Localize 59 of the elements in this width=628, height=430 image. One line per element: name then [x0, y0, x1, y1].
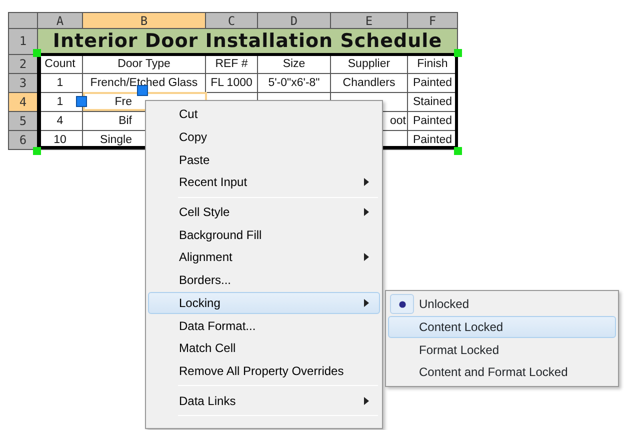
table-cell: 1 — [56, 96, 64, 108]
table-title: Interior Door Installation Schedule — [38, 28, 458, 54]
grip-handle[interactable] — [76, 96, 87, 107]
table-cell: French/Etched Glass — [90, 76, 198, 88]
menu-item[interactable]: Locking — [148, 292, 380, 314]
menu-item[interactable]: Background Fill — [148, 223, 380, 246]
table-cell: Painted — [412, 134, 452, 146]
table-cell: 5'-0"x6'-8" — [268, 76, 320, 88]
table-cell: Finish — [417, 58, 448, 70]
menu-item[interactable]: Content and Format Locked — [388, 361, 616, 384]
menu-item[interactable]: Data Links — [148, 389, 380, 412]
menu-item[interactable]: Alignment — [148, 246, 380, 269]
grip-handle[interactable] — [454, 147, 462, 155]
column-header[interactable]: E — [330, 12, 408, 28]
menu-item[interactable]: Format Locked — [388, 338, 616, 362]
grip-handle[interactable] — [33, 49, 41, 57]
table-cell: Supplier — [348, 58, 390, 70]
table-cell: Chandlers — [342, 76, 396, 88]
menu-item[interactable]: Content Locked — [388, 316, 616, 338]
menu-item[interactable]: Recent Input — [148, 171, 380, 194]
menu-item[interactable]: Cell Style — [148, 200, 380, 224]
table-cell: Door Type — [118, 58, 170, 70]
menu-item[interactable]: Paste — [148, 148, 380, 172]
table-cell: Count — [44, 58, 76, 70]
row-header[interactable]: 1 — [8, 28, 38, 54]
table-cell: 4 — [56, 114, 64, 126]
table-cell: FL 1000 — [210, 76, 252, 88]
corner-header[interactable] — [8, 12, 38, 28]
row-header[interactable]: 6 — [8, 130, 38, 150]
row-header[interactable]: 4 — [8, 92, 38, 112]
menu-item[interactable]: Data Format... — [148, 314, 380, 337]
table-cell: Fre — [114, 96, 132, 108]
table-cell: Painted — [412, 76, 452, 88]
table-cell: Single — [100, 134, 132, 146]
table-cell: Size — [282, 58, 306, 70]
menu-item[interactable]: Borders... — [148, 268, 380, 292]
column-header[interactable]: F — [408, 12, 458, 28]
row-header[interactable]: 2 — [8, 54, 38, 74]
table-cell: Stained — [412, 96, 452, 108]
column-header[interactable]: B — [82, 12, 206, 28]
table-cell: Painted — [412, 114, 452, 126]
grip-handle[interactable] — [33, 147, 41, 155]
table-cell: Bif — [118, 114, 132, 126]
column-header[interactable]: D — [258, 12, 330, 28]
table-cell: REF # — [215, 58, 248, 70]
grip-handle[interactable] — [454, 49, 462, 57]
menu-item[interactable]: Remove All Property Overrides — [148, 360, 380, 382]
table-cell: 1 — [56, 76, 64, 88]
row-header[interactable]: 3 — [8, 74, 38, 92]
menu-item[interactable]: Copy — [148, 126, 380, 148]
grip-handle[interactable] — [137, 85, 148, 96]
menu-item[interactable]: Unlocked — [388, 293, 616, 316]
menu-item[interactable]: Cut — [148, 103, 380, 126]
row-header[interactable]: 5 — [8, 112, 38, 130]
column-header[interactable]: A — [38, 12, 82, 28]
table-cell: oot — [390, 114, 406, 126]
column-header[interactable]: C — [206, 12, 258, 28]
table-cell: 10 — [54, 134, 66, 146]
menu-item[interactable]: Match Cell — [148, 336, 380, 360]
